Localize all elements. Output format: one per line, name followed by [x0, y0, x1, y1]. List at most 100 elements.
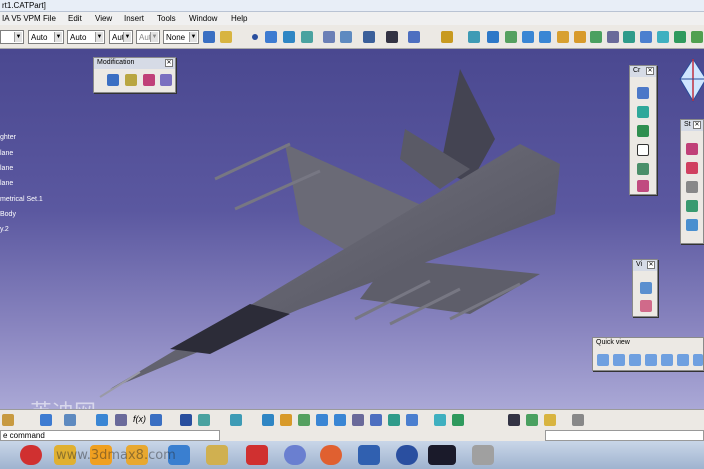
- camera-icon[interactable]: [572, 414, 584, 426]
- shaft-icon[interactable]: [686, 200, 698, 212]
- layer-combo[interactable]: ▼: [0, 30, 24, 44]
- close-icon[interactable]: ✕: [647, 261, 655, 269]
- weight-combo[interactable]: Aut ▼: [136, 30, 160, 44]
- trim-icon[interactable]: [125, 74, 137, 86]
- back-cube-icon[interactable]: [629, 354, 641, 366]
- firefox-icon[interactable]: [320, 445, 342, 465]
- measure-bottom-icon[interactable]: [526, 414, 538, 426]
- rotate-icon[interactable]: [505, 31, 517, 43]
- update-icon[interactable]: [115, 414, 127, 426]
- media-icon[interactable]: [284, 445, 306, 465]
- brush-icon[interactable]: [220, 31, 232, 43]
- walk-mode-icon[interactable]: [640, 300, 652, 312]
- lock-icon[interactable]: [544, 414, 556, 426]
- arc-icon[interactable]: [283, 31, 295, 43]
- extrude-icon[interactable]: [323, 31, 335, 43]
- quick-view-toolbar[interactable]: Quick view: [592, 337, 704, 371]
- catia-task-icon[interactable]: [428, 445, 456, 465]
- iso-view-icon[interactable]: [607, 31, 619, 43]
- left-cube-icon[interactable]: [645, 354, 657, 366]
- app-icon-3[interactable]: [246, 445, 268, 465]
- view-toolbar[interactable]: Vi ✕: [632, 259, 658, 317]
- pan-icon[interactable]: [487, 31, 499, 43]
- menu-file[interactable]: File: [43, 14, 56, 23]
- table-icon[interactable]: [180, 414, 192, 426]
- menu-edit[interactable]: Edit: [68, 14, 82, 23]
- parameters-icon[interactable]: [230, 414, 242, 426]
- swap-bottom-icon[interactable]: [452, 414, 464, 426]
- 3d-viewport[interactable]: ghter lane lane lane metrical Set.1 Body…: [0, 49, 704, 409]
- top-cube-icon[interactable]: [677, 354, 689, 366]
- paint-icon[interactable]: [203, 31, 215, 43]
- thickness-icon[interactable]: [143, 74, 155, 86]
- split-icon[interactable]: [107, 74, 119, 86]
- zoom-in-bottom-icon[interactable]: [316, 414, 328, 426]
- undo-icon[interactable]: [64, 414, 76, 426]
- close-icon[interactable]: ✕: [165, 59, 173, 67]
- render-bottom-icon[interactable]: [406, 414, 418, 426]
- revolve-icon[interactable]: [340, 31, 352, 43]
- right-cube-icon[interactable]: [661, 354, 673, 366]
- catalog-icon[interactable]: [691, 31, 703, 43]
- pocket-icon[interactable]: [686, 181, 698, 193]
- plane-creation-icon[interactable]: [637, 125, 649, 137]
- command-field[interactable]: [545, 430, 704, 441]
- thickness-combo[interactable]: Aut ▼: [109, 30, 133, 44]
- join-icon[interactable]: [363, 31, 375, 43]
- normal-view-bottom-icon[interactable]: [352, 414, 364, 426]
- line-creation-icon[interactable]: [637, 106, 649, 118]
- zoom-out-bottom-icon[interactable]: [334, 414, 346, 426]
- redo-icon[interactable]: [96, 414, 108, 426]
- creation-toolbar[interactable]: Cr ✕: [629, 65, 657, 195]
- hide-bottom-icon[interactable]: [434, 414, 446, 426]
- pan-bottom-icon[interactable]: [280, 414, 292, 426]
- command-input[interactable]: e command: [0, 430, 220, 441]
- menu-help[interactable]: Help: [231, 14, 247, 23]
- app-icon-5[interactable]: [472, 445, 494, 465]
- fly-mode-icon[interactable]: [640, 282, 652, 294]
- formula-button[interactable]: f(x): [133, 414, 146, 424]
- sketch-tools-icon[interactable]: [2, 414, 14, 426]
- opera-icon[interactable]: [20, 445, 42, 465]
- sketcher-icon[interactable]: [686, 143, 698, 155]
- rotate-bottom-icon[interactable]: [298, 414, 310, 426]
- modification-toolbar[interactable]: Modification ✕: [93, 57, 176, 93]
- sew-icon[interactable]: [160, 74, 172, 86]
- shading-icon[interactable]: [623, 31, 635, 43]
- zoom-in-icon[interactable]: [522, 31, 534, 43]
- render-combo[interactable]: None ▼: [163, 30, 199, 44]
- fill-icon[interactable]: [637, 180, 649, 192]
- point-creation-icon[interactable]: [637, 87, 649, 99]
- menu-view[interactable]: View: [95, 14, 112, 23]
- front-cube-icon[interactable]: [613, 354, 625, 366]
- compass-icon[interactable]: [678, 57, 704, 107]
- rectangle-icon[interactable]: [637, 144, 649, 156]
- pad-icon[interactable]: [686, 162, 698, 174]
- scan-icon[interactable]: [40, 414, 52, 426]
- shading-bottom-icon[interactable]: [388, 414, 400, 426]
- knowledge-icon[interactable]: [150, 414, 162, 426]
- menu-insert[interactable]: Insert: [124, 14, 144, 23]
- menu-window[interactable]: Window: [189, 14, 217, 23]
- normal-view-icon[interactable]: [557, 31, 569, 43]
- point-icon[interactable]: [252, 34, 258, 40]
- groove-icon[interactable]: [686, 219, 698, 231]
- color-combo[interactable]: Auto ▼: [28, 30, 64, 44]
- fit-all-icon[interactable]: [468, 31, 480, 43]
- line-icon[interactable]: [265, 31, 277, 43]
- app-icon-4[interactable]: [396, 445, 418, 465]
- app-icon-2[interactable]: [206, 445, 228, 465]
- tree-expand-icon[interactable]: [198, 414, 210, 426]
- measure-icon[interactable]: [674, 31, 686, 43]
- sketch-toolbar[interactable]: St ✕: [680, 119, 704, 244]
- bottom-cube-icon[interactable]: [693, 354, 703, 366]
- surface-icon[interactable]: [637, 163, 649, 175]
- close-icon[interactable]: ✕: [693, 121, 701, 129]
- render-style-icon[interactable]: [640, 31, 652, 43]
- fit-all-bottom-icon[interactable]: [262, 414, 274, 426]
- axis-icon[interactable]: [386, 31, 398, 43]
- linetype-combo[interactable]: Auto ▼: [67, 30, 105, 44]
- extract-icon[interactable]: [408, 31, 420, 43]
- menu-product[interactable]: IA V5 VPM: [2, 14, 41, 23]
- plane-icon[interactable]: [301, 31, 313, 43]
